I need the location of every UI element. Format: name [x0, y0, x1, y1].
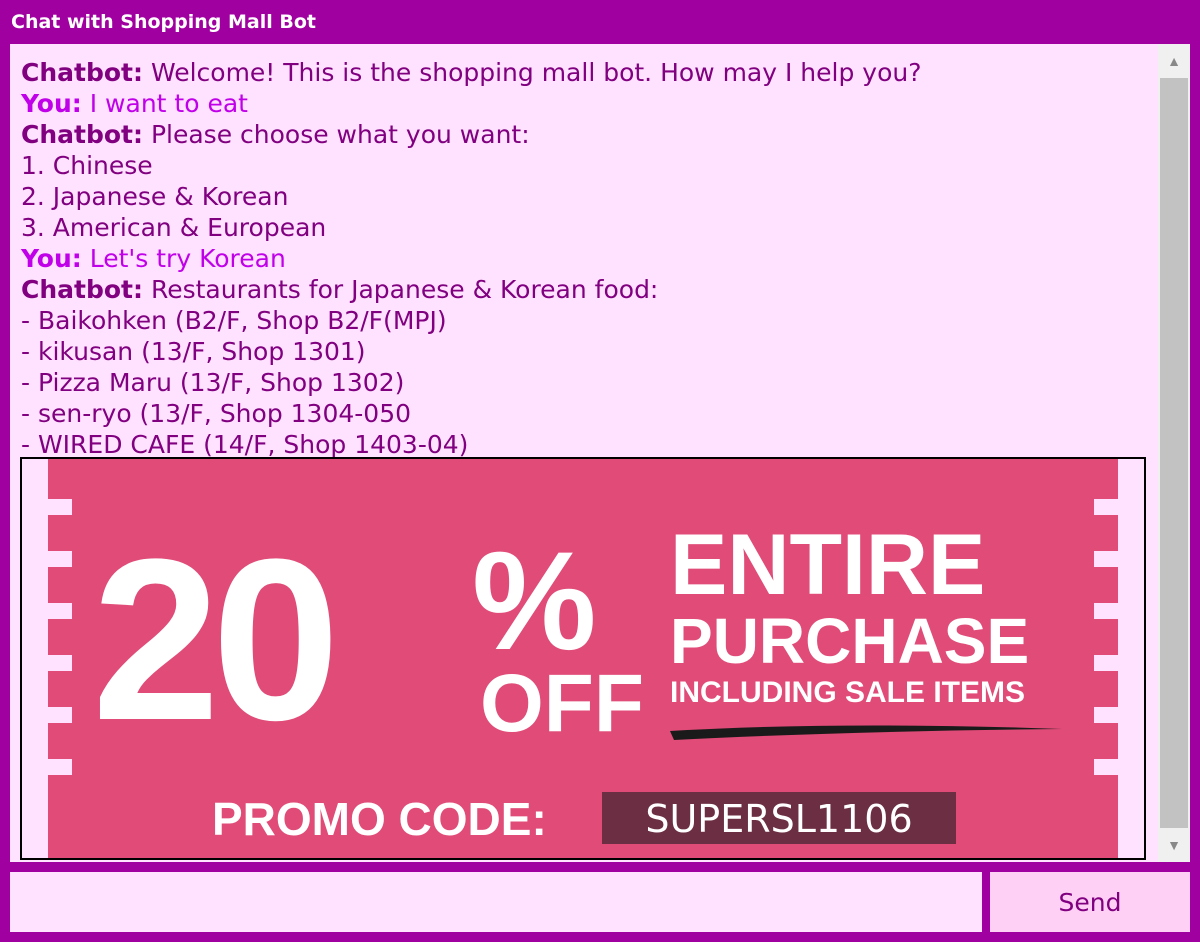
chat-message: Chatbot: Restaurants for Japanese & Kore…	[21, 274, 1151, 305]
chat-message: - sen-ryo (13/F, Shop 1304-050	[21, 398, 1151, 429]
chat-message: - Baikohken (B2/F, Shop B2/F(MPJ)	[21, 305, 1151, 336]
chat-message: You: I want to eat	[21, 88, 1151, 119]
message-text: Please choose what you want:	[143, 120, 530, 149]
coupon-line1: ENTIRE	[670, 517, 985, 613]
chat-transcript-area[interactable]: Chatbot: Welcome! This is the shopping m…	[10, 44, 1190, 862]
message-text: Let's try Korean	[81, 244, 286, 273]
chat-message: - kikusan (13/F, Shop 1301)	[21, 336, 1151, 367]
chat-message: 1. Chinese	[21, 150, 1151, 181]
bot-speaker-label: Chatbot:	[21, 120, 143, 149]
title-bar: Chat with Shopping Mall Bot	[0, 0, 1200, 44]
coupon-promo-code: SUPERSL1106	[645, 797, 912, 841]
scroll-up-arrow-icon[interactable]: ▲	[1158, 44, 1190, 78]
send-button[interactable]: Send	[990, 872, 1190, 932]
message-text: Welcome! This is the shopping mall bot. …	[143, 58, 922, 87]
message-text: Restaurants for Japanese & Korean food:	[143, 275, 659, 304]
message-text: - Pizza Maru (13/F, Shop 1302)	[21, 368, 405, 397]
message-text: 3. American & European	[21, 213, 327, 242]
coupon-line2: PURCHASE	[670, 605, 1029, 677]
coupon-percent: 20	[92, 511, 332, 768]
chat-message: You: Let's try Korean	[21, 243, 1151, 274]
window-title: Chat with Shopping Mall Bot	[11, 11, 316, 33]
scroll-down-arrow-icon[interactable]: ▼	[1158, 828, 1190, 862]
coupon-image: 20 % OFF ENTIRE PURCHASE INCLUDING SALE …	[20, 457, 1146, 860]
message-text: 1. Chinese	[21, 151, 153, 180]
chat-message: 2. Japanese & Korean	[21, 181, 1151, 212]
coupon-graphic: 20 % OFF ENTIRE PURCHASE INCLUDING SALE …	[48, 459, 1118, 858]
chat-message: - Pizza Maru (13/F, Shop 1302)	[21, 367, 1151, 398]
bot-speaker-label: Chatbot:	[21, 58, 143, 87]
message-text: 2. Japanese & Korean	[21, 182, 289, 211]
scroll-thumb[interactable]	[1160, 78, 1188, 828]
coupon-promo-label: PROMO CODE:	[212, 793, 547, 845]
message-text: - kikusan (13/F, Shop 1301)	[21, 337, 366, 366]
message-text: I want to eat	[81, 89, 248, 118]
message-text: - sen-ryo (13/F, Shop 1304-050	[21, 399, 412, 428]
user-speaker-label: You:	[21, 244, 82, 273]
chat-transcript: Chatbot: Welcome! This is the shopping m…	[21, 57, 1151, 460]
chat-message: - WIRED CAFE (14/F, Shop 1403-04)	[21, 429, 1151, 460]
bot-speaker-label: Chatbot:	[21, 275, 143, 304]
chat-message: 3. American & European	[21, 212, 1151, 243]
coupon-percent-sign: %	[472, 522, 596, 679]
message-text: - WIRED CAFE (14/F, Shop 1403-04)	[21, 430, 469, 459]
coupon-off: OFF	[480, 658, 644, 749]
user-speaker-label: You:	[21, 89, 82, 118]
coupon-line3: INCLUDING SALE ITEMS	[670, 676, 1025, 709]
vertical-scrollbar[interactable]: ▲ ▼	[1158, 44, 1190, 862]
chat-window: Chat with Shopping Mall Bot Chatbot: Wel…	[0, 0, 1200, 942]
message-text: - Baikohken (B2/F, Shop B2/F(MPJ)	[21, 306, 447, 335]
message-input[interactable]	[10, 872, 982, 932]
chat-message: Chatbot: Welcome! This is the shopping m…	[21, 57, 1151, 88]
chat-message: Chatbot: Please choose what you want:	[21, 119, 1151, 150]
